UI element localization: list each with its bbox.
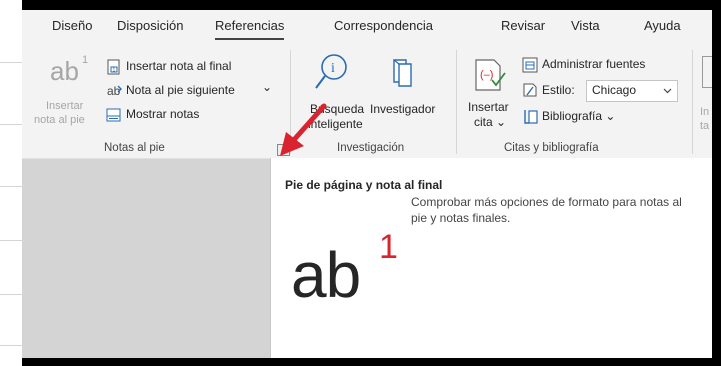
footnote-sup-icon: 1 [82,54,89,66]
annotation-arrow-icon [280,103,327,156]
clipped-label: In [700,106,710,118]
footnote-ab-icon: ab [50,56,79,86]
footnotes-group-label: Notas al pie [104,142,165,154]
insert-footnote-label: Insertar [46,100,84,112]
word-window: Diseño Disposición Referencias Correspon… [22,10,712,358]
style-select-value: Chicago [592,83,637,97]
clipped-label-2: ta [700,120,710,132]
tab-revisar[interactable]: Revisar [501,18,545,33]
style-label: Estilo: [542,83,575,97]
tooltip-description: Comprobar más opciones de formato para n… [411,195,682,225]
manage-sources-label: Administrar fuentes [542,57,646,71]
tab-vista[interactable]: Vista [571,18,600,33]
insert-footnote-button[interactable]: ab 1 Insertar nota al pie [30,52,92,132]
researcher-label: Investigador [370,102,436,116]
tab-correspondencia[interactable]: Correspondencia [334,18,433,33]
insert-citation-button[interactable]: (–) Insertar cita ⌄ [462,52,516,138]
group-divider [456,50,457,154]
show-notes-icon [106,108,121,122]
svg-text:i: i [331,61,335,76]
style-select[interactable]: Chicago [586,80,678,102]
citations-group-label: Citas y bibliografía [504,142,599,154]
svg-text:(–): (–) [480,69,493,81]
insert-citation-label: Insertar [468,100,509,114]
insert-footnote-label-2: nota al pie [34,114,85,126]
next-footnote-label: Nota al pie siguiente [126,83,235,97]
bibliography-button[interactable]: Bibliografía ⌄ [522,108,652,126]
tooltip-title: Pie de página y nota al final [285,178,443,192]
citation-style-row: Estilo: Chicago [522,80,682,102]
search-icon: i [315,54,347,89]
next-footnote-button[interactable]: ab Nota al pie siguiente ⌄ [106,80,276,100]
dialog-launcher-tooltip: Pie de página y nota al final Comprobar … [270,158,712,358]
clipped-ribbon-item: In ta [698,54,712,144]
insert-endnote-label: Insertar nota al final [126,59,232,73]
tooltip-superscript-icon: 1 [379,228,398,266]
tab-referencias[interactable]: Referencias [215,18,285,40]
chevron-down-icon [663,88,672,94]
tab-ayuda[interactable]: Ayuda [644,18,681,33]
tab-diseno[interactable]: Diseño [52,18,92,33]
research-group-label: Investigación [337,142,405,154]
screenshot-frame: Diseño Disposición Referencias Correspon… [0,0,721,366]
researcher-button[interactable]: Investigador [366,50,446,136]
insert-citation-icon: (–) [475,59,506,91]
show-notes-button[interactable]: Mostrar notas [106,106,246,124]
show-notes-label: Mostrar notas [126,107,200,121]
svg-text:1: 1 [113,68,116,74]
manage-sources-button[interactable]: Administrar fuentes [522,56,682,74]
insert-endnote-button[interactable]: 1 Insertar nota al final [106,58,266,76]
next-footnote-icon: ab [107,84,122,98]
ribbon: ab 1 Insertar nota al pie 1 Insertar not… [22,44,712,159]
ribbon-tabs: Diseño Disposición Referencias Correspon… [22,10,712,44]
endnote-icon: 1 [107,59,120,75]
tab-disposicion[interactable]: Disposición [117,18,183,33]
tooltip-ab-icon: ab [291,239,361,311]
researcher-icon [393,59,412,87]
bibliography-label: Bibliografía ⌄ [542,109,616,123]
manage-sources-icon [522,57,538,73]
chevron-down-icon: ⌄ [262,80,273,94]
style-icon [523,83,537,97]
document-margin [0,0,22,366]
insert-citation-label-2: cita ⌄ [474,115,507,129]
group-divider [692,50,693,154]
bibliography-icon [524,110,538,124]
